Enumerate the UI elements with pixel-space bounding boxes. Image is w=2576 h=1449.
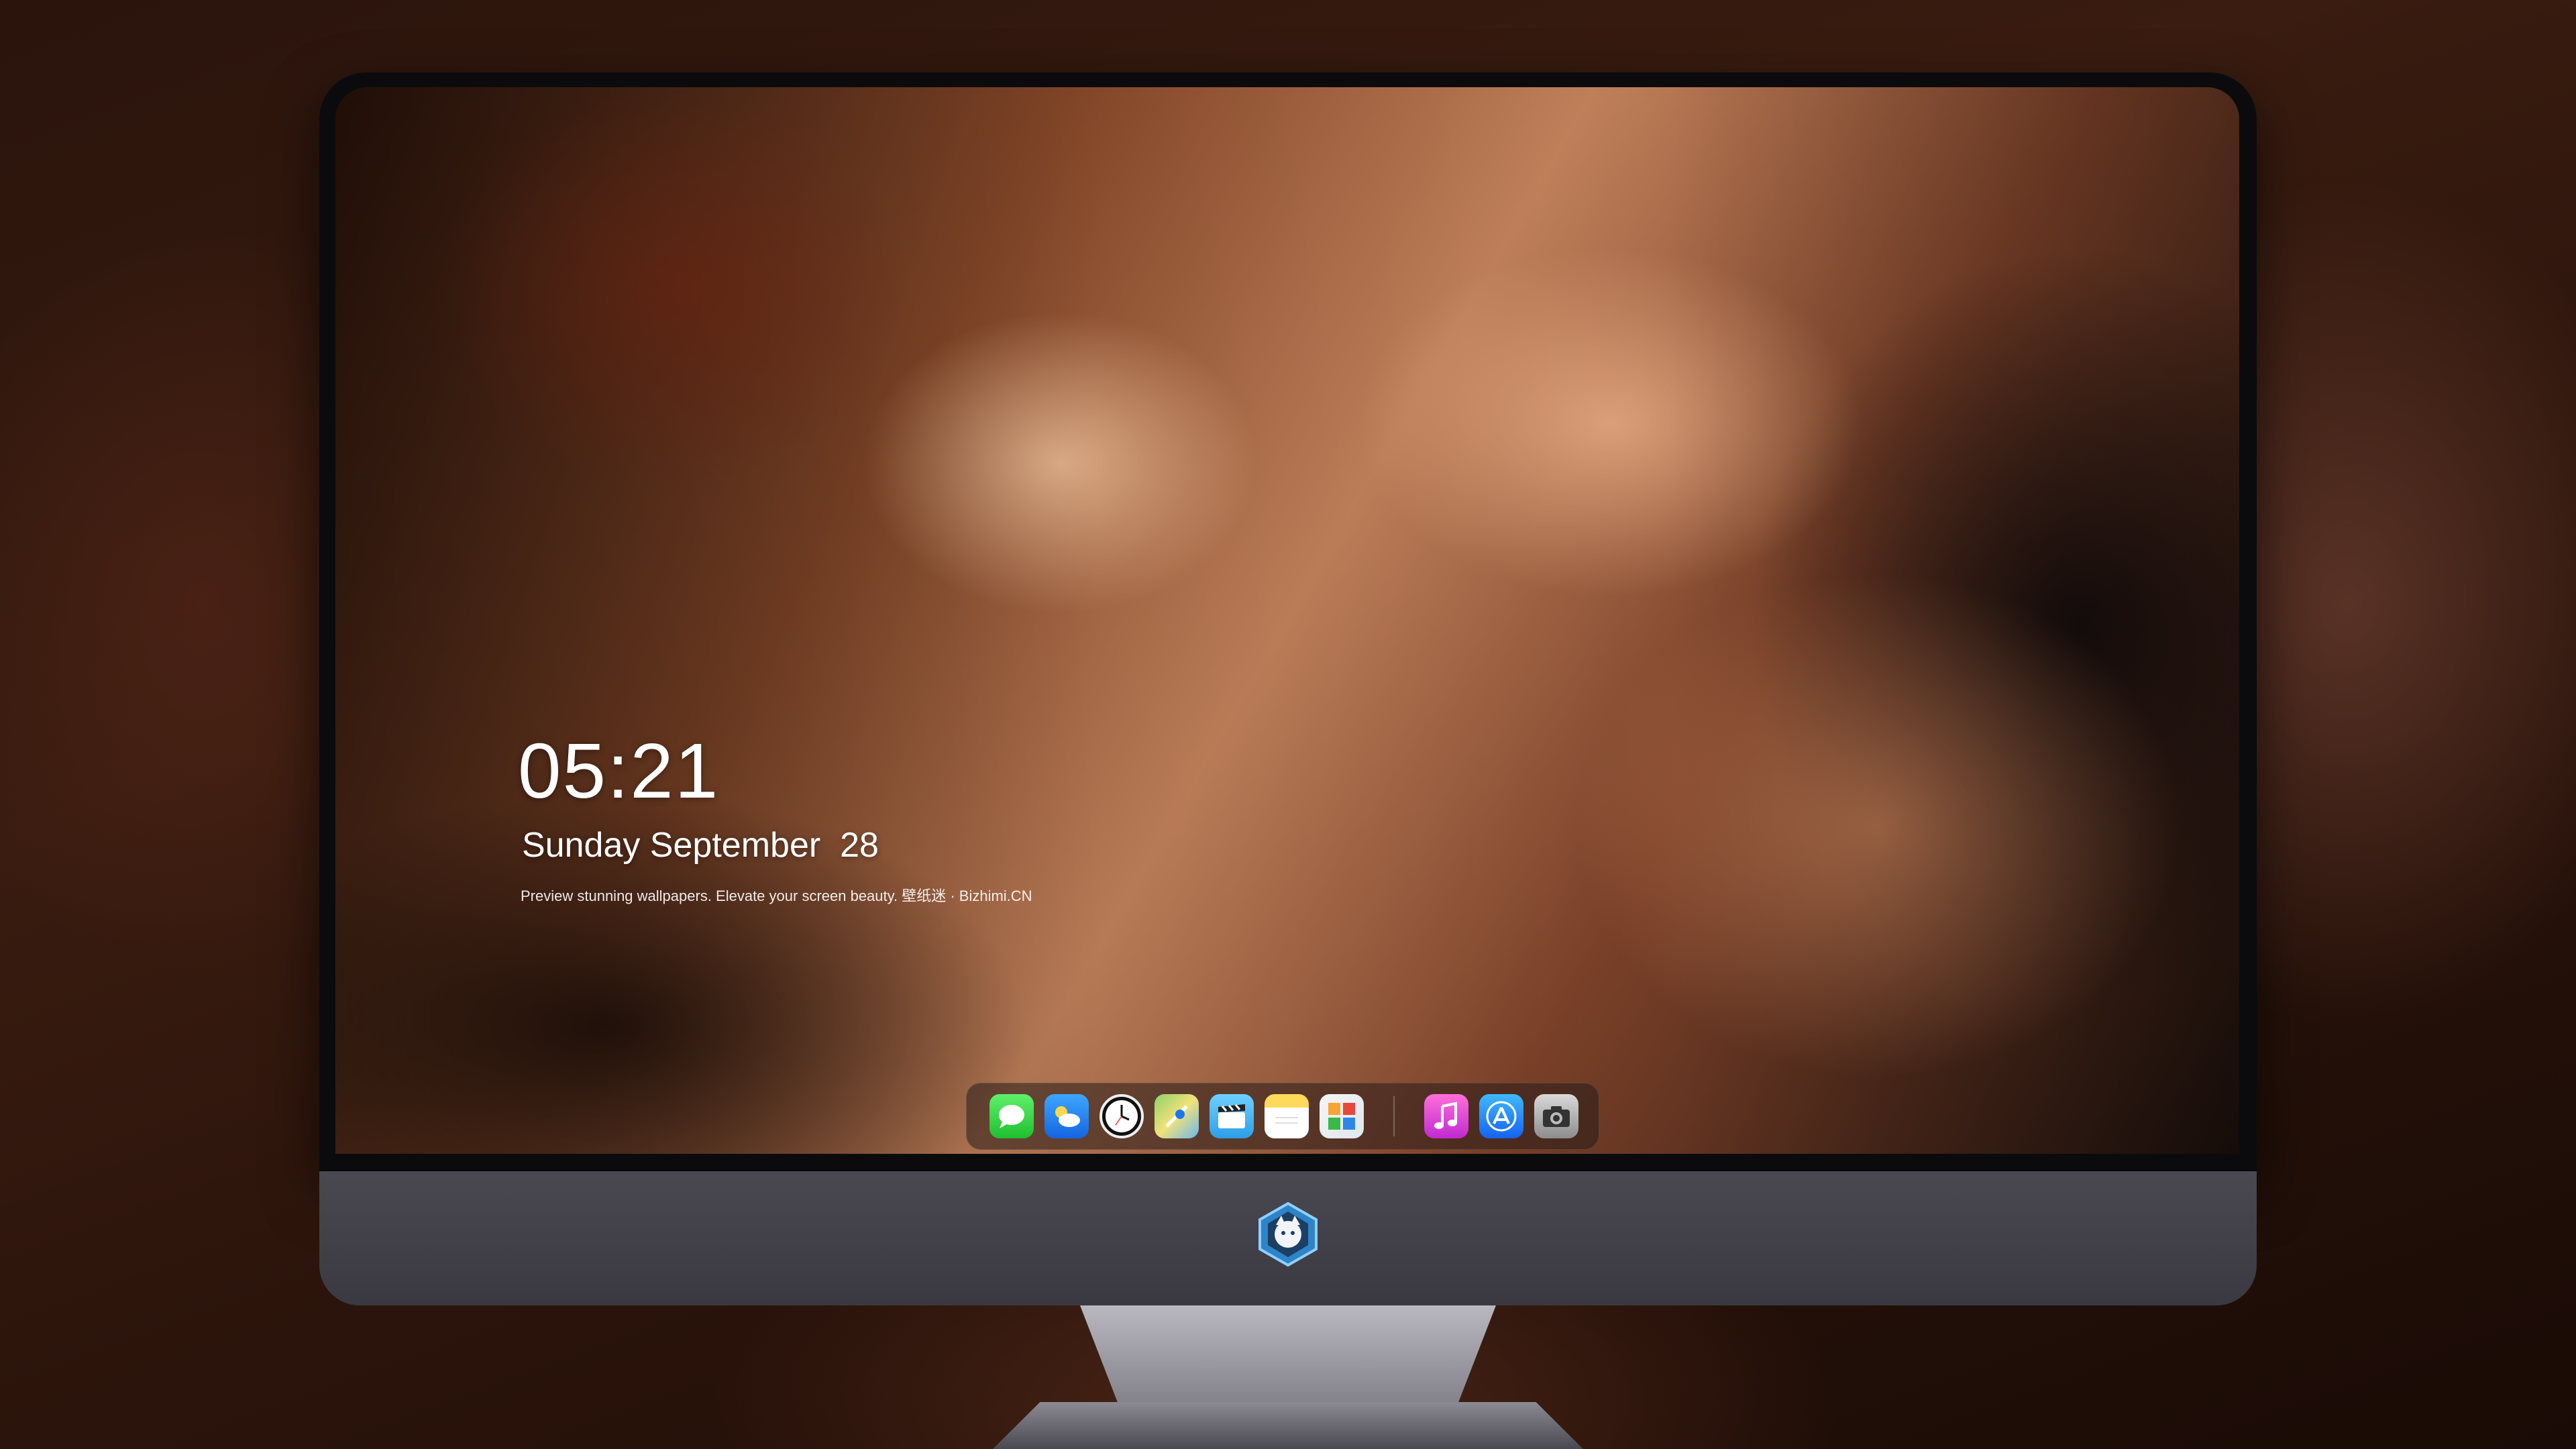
- monitor-stand-foot: [993, 1402, 1583, 1449]
- map-icon[interactable]: [1155, 1094, 1199, 1138]
- notes-icon[interactable]: [1265, 1094, 1309, 1138]
- dock-separator: [1393, 1096, 1395, 1136]
- brand-logo-icon: [1254, 1201, 1322, 1268]
- lock-screen-date: Sunday September 28: [522, 826, 879, 865]
- clock-icon[interactable]: [1099, 1094, 1144, 1138]
- lock-screen-time: 05:21: [518, 727, 720, 814]
- speech-bubble-icon[interactable]: [989, 1094, 1034, 1138]
- screen-wallpaper: [335, 87, 2239, 1154]
- camera-icon[interactable]: [1534, 1094, 1578, 1138]
- app-store-icon[interactable]: [1479, 1094, 1523, 1138]
- cloud-sun-icon[interactable]: [1044, 1094, 1089, 1138]
- lock-screen-caption: Preview stunning wallpapers. Elevate you…: [521, 888, 1032, 904]
- clapperboard-icon[interactable]: [1210, 1094, 1254, 1138]
- dock: [966, 1083, 1599, 1150]
- photos-icon[interactable]: [1320, 1094, 1364, 1138]
- music-note-icon[interactable]: [1424, 1094, 1468, 1138]
